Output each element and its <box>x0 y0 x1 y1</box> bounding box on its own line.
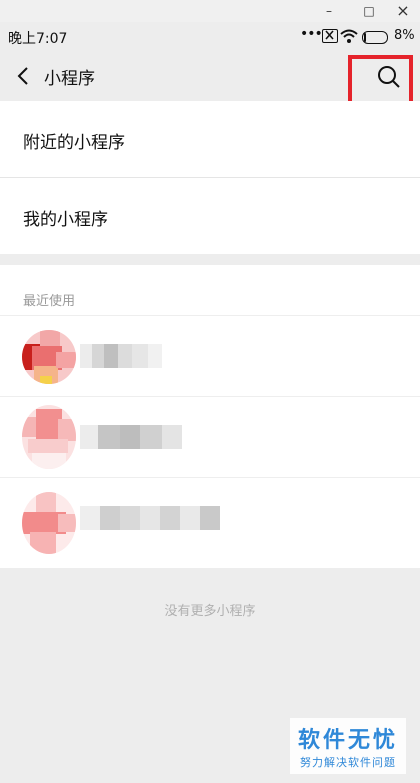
status-bar: 晚上7:07 ••• 8% <box>0 22 420 52</box>
status-more-dots: ••• <box>300 26 323 42</box>
search-icon <box>378 66 400 88</box>
menu-group: 附近的小程序 我的小程序 <box>0 101 420 254</box>
status-time: 晚上7:07 <box>8 31 68 47</box>
watermark-main-text: 软件无忧 <box>298 728 399 753</box>
battery-percentage: 8% <box>394 28 415 43</box>
menu-item-label: 附近的小程序 <box>23 133 125 153</box>
blurred-app-name <box>80 344 162 368</box>
minimize-button[interactable]: – <box>316 2 342 20</box>
notification-x-icon <box>322 29 338 43</box>
emulator-titlebar: – □ × <box>0 0 420 22</box>
maximize-button[interactable]: □ <box>356 2 382 20</box>
app-header: 小程序 <box>0 52 420 100</box>
battery-icon <box>362 31 388 44</box>
my-mini-programs-item[interactable]: 我的小程序 <box>0 178 420 254</box>
pixelated-app-icon <box>22 330 76 384</box>
page-title: 小程序 <box>44 69 95 89</box>
recent-header: 最近使用 <box>0 265 420 316</box>
pixelated-app-icon <box>22 492 76 554</box>
search-button[interactable] <box>374 62 404 92</box>
recent-title: 最近使用 <box>23 294 76 309</box>
no-more-mini-programs-text: 没有更多小程序 <box>164 604 256 619</box>
nearby-mini-programs-item[interactable]: 附近的小程序 <box>0 101 420 178</box>
recent-item[interactable] <box>0 397 420 478</box>
menu-item-label: 我的小程序 <box>23 210 108 230</box>
blurred-app-name <box>80 425 182 449</box>
wifi-icon <box>340 28 358 48</box>
watermark-sub-text: 努力解决软件问题 <box>300 756 396 769</box>
battery-level <box>364 33 366 42</box>
recent-section: 最近使用 <box>0 265 420 568</box>
watermark: 软件无忧 努力解决软件问题 <box>290 718 406 774</box>
recent-item[interactable] <box>0 316 420 397</box>
close-button[interactable]: × <box>390 2 416 20</box>
pixelated-app-icon <box>22 405 76 469</box>
chevron-left-icon <box>17 67 28 85</box>
blurred-app-name <box>80 506 220 530</box>
back-button[interactable] <box>10 62 38 90</box>
recent-item[interactable] <box>0 478 420 568</box>
